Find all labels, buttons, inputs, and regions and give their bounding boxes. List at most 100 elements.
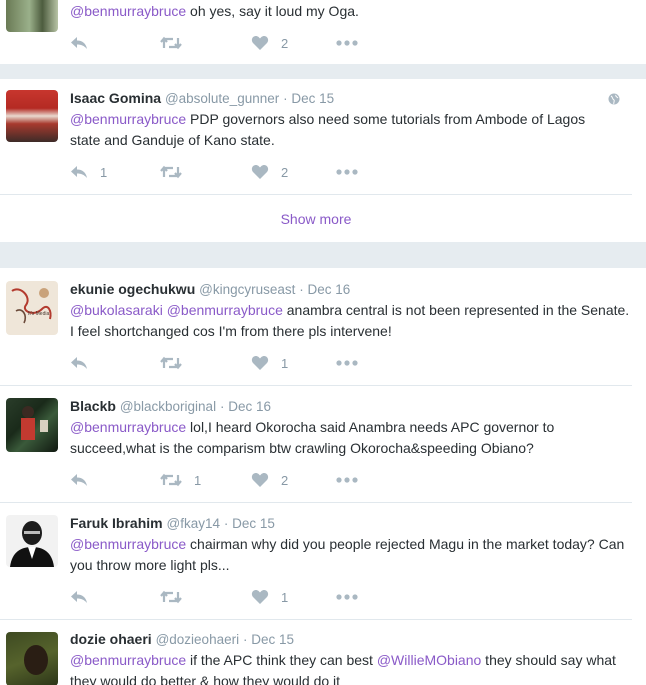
reply-icon [71, 357, 87, 369]
more-icon [336, 360, 358, 366]
tweet-header: Isaac Gomina @absolute_gunner · Dec 15 [70, 90, 334, 106]
more-button[interactable] [336, 162, 358, 182]
more-icon [336, 40, 358, 46]
section-separator [0, 242, 646, 268]
reply-count: 1 [100, 164, 108, 180]
tweet-date[interactable]: · Dec 15 [243, 632, 294, 647]
retweet-button[interactable]: 1 [160, 470, 201, 490]
retweet-count: 1 [194, 472, 202, 488]
author-name[interactable]: Blackb [70, 398, 116, 414]
retweet-icon [160, 590, 182, 604]
like-count: 2 [281, 35, 289, 51]
mention-link[interactable]: @benmurraybruce [70, 536, 186, 552]
tweet-actions: 1 [70, 587, 390, 607]
tweet-text: @bukolasaraki @benmurraybruce anambra ce… [70, 300, 630, 341]
tweet-body: oh yes, say it loud my Oga. [186, 3, 359, 19]
like-button[interactable]: 2 [251, 33, 288, 53]
more-icon [336, 477, 358, 483]
avatar[interactable] [6, 0, 58, 32]
reply-icon [71, 37, 87, 49]
author-name[interactable]: dozie ohaeri [70, 631, 152, 647]
tweet-header: ekunie ogechukwu @kingcyruseast · Dec 16 [70, 281, 350, 297]
more-button[interactable] [336, 587, 358, 607]
retweet-button[interactable] [160, 587, 182, 607]
tweet-date[interactable]: · Dec 16 [299, 282, 350, 297]
author-handle[interactable]: @kingcyruseast [199, 282, 295, 297]
mention-link[interactable]: @benmurraybruce [70, 419, 186, 435]
tweet-date[interactable]: · Dec 15 [283, 91, 334, 106]
mention-link[interactable]: @benmurraybruce [167, 302, 283, 318]
like-count: 2 [281, 472, 289, 488]
avatar[interactable] [6, 90, 58, 142]
heart-icon [251, 36, 269, 50]
mention-link[interactable]: @benmurraybruce [70, 652, 186, 668]
more-button[interactable] [336, 353, 358, 373]
tweet-2[interactable]: Isaac Gomina @absolute_gunner · Dec 15 @… [0, 80, 632, 194]
heart-icon [251, 356, 269, 370]
tweet-date[interactable]: · Dec 16 [220, 399, 271, 414]
author-name[interactable]: ekunie ogechukwu [70, 281, 195, 297]
tweet-text: @benmurraybruce if the APC think they ca… [70, 650, 630, 685]
author-handle[interactable]: @absolute_gunner [165, 91, 279, 106]
reply-icon [71, 166, 87, 178]
reply-button[interactable]: 1 [70, 162, 107, 182]
avatar[interactable]: It's Media [6, 281, 58, 335]
avatar[interactable] [6, 515, 58, 567]
retweet-button[interactable] [160, 353, 182, 373]
author-handle[interactable]: @blackboriginal [120, 399, 216, 414]
heart-icon [251, 473, 269, 487]
more-icon [336, 169, 358, 175]
avatar[interactable] [6, 398, 58, 452]
globe-icon [608, 93, 620, 105]
like-button[interactable]: 1 [251, 587, 288, 607]
mention-link[interactable]: @bukolasaraki [70, 302, 163, 318]
like-button[interactable]: 2 [251, 470, 288, 490]
retweet-button[interactable] [160, 33, 182, 53]
retweet-icon [160, 36, 182, 50]
more-button[interactable] [336, 33, 358, 53]
avatar-caption: It's Media [28, 311, 50, 317]
retweet-icon [160, 356, 182, 370]
tweet-actions: 1 2 [70, 470, 390, 490]
tweet-date[interactable]: · Dec 15 [224, 516, 275, 531]
tweet-text: @benmurraybruce chairman why did you peo… [70, 534, 630, 575]
tweet-body: if the APC think they can best [186, 652, 377, 668]
tweet-header: Faruk Ibrahim @fkay14 · Dec 15 [70, 515, 275, 531]
tweet-6[interactable]: dozie ohaeri @dozieohaeri · Dec 15 @benm… [0, 620, 632, 685]
avatar[interactable] [6, 632, 58, 685]
reply-button[interactable] [70, 470, 88, 490]
like-count: 1 [281, 589, 289, 605]
retweet-button[interactable] [160, 162, 182, 182]
like-button[interactable]: 2 [251, 162, 288, 182]
tweet-5[interactable]: Faruk Ibrahim @fkay14 · Dec 15 @benmurra… [0, 503, 632, 619]
tweet-text: @benmurraybruce oh yes, say it loud my O… [70, 1, 630, 22]
mention-link[interactable]: @benmurraybruce [70, 111, 186, 127]
mention-link[interactable]: @WillieMObiano [377, 652, 481, 668]
like-count: 1 [281, 355, 289, 371]
like-count: 2 [281, 164, 289, 180]
author-handle[interactable]: @dozieohaeri [156, 632, 240, 647]
mention-link[interactable]: @benmurraybruce [70, 3, 186, 19]
reply-button[interactable] [70, 587, 88, 607]
author-name[interactable]: Isaac Gomina [70, 90, 161, 106]
author-name[interactable]: Faruk Ibrahim [70, 515, 163, 531]
more-icon [336, 594, 358, 600]
heart-icon [251, 590, 269, 604]
tweet-header: Blackb @blackboriginal · Dec 16 [70, 398, 271, 414]
retweet-icon [160, 473, 182, 487]
retweet-icon [160, 165, 182, 179]
like-button[interactable]: 1 [251, 353, 288, 373]
reply-button[interactable] [70, 33, 88, 53]
show-more-link[interactable]: Show more [0, 211, 632, 227]
tweet-text: @benmurraybruce lol,I heard Okorocha sai… [70, 417, 630, 458]
more-button[interactable] [336, 470, 358, 490]
tweet-header: dozie ohaeri @dozieohaeri · Dec 15 [70, 631, 294, 647]
tweet-actions: 1 [70, 353, 390, 373]
heart-icon [251, 165, 269, 179]
tweet-4[interactable]: Blackb @blackboriginal · Dec 16 @benmurr… [0, 386, 632, 502]
author-handle[interactable]: @fkay14 [166, 516, 219, 531]
reply-button[interactable] [70, 353, 88, 373]
reply-icon [71, 474, 87, 486]
tweet-3[interactable]: It's Media ekunie ogechukwu @kingcyrusea… [0, 269, 632, 385]
tweet-1[interactable]: @benmurraybruce oh yes, say it loud my O… [0, 0, 632, 62]
